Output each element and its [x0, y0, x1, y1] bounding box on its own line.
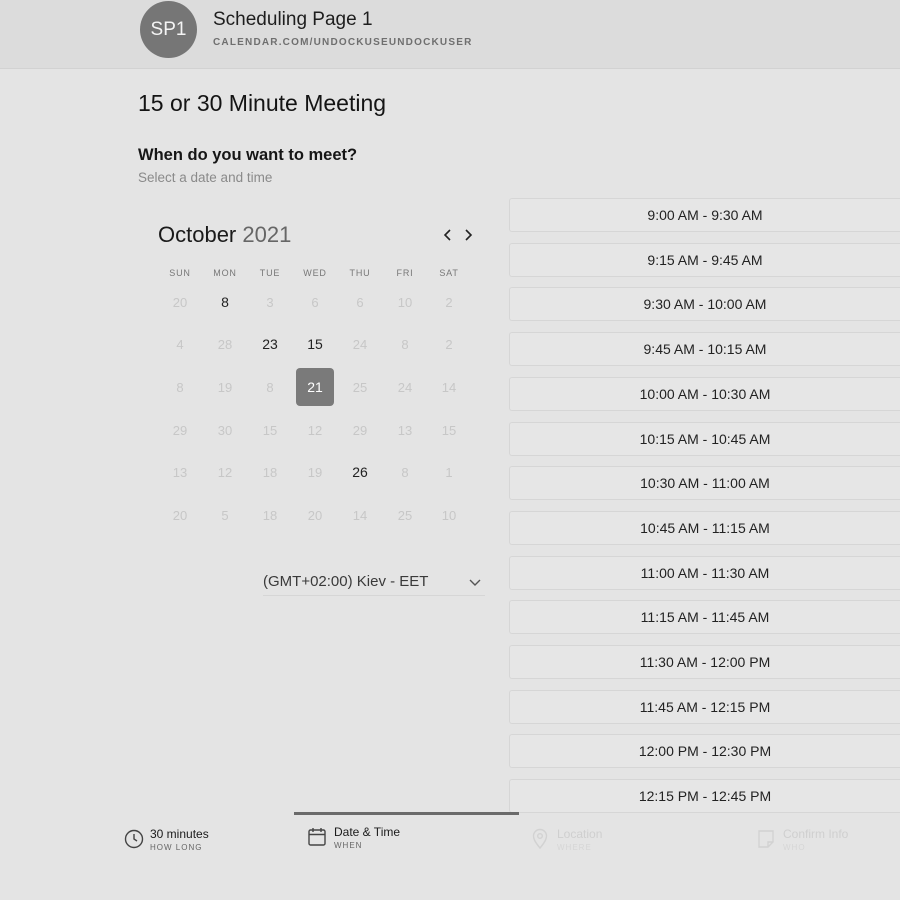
calendar-day-disabled: 18	[262, 507, 278, 523]
weekday-label: TUE	[259, 268, 281, 278]
event-title: 15 or 30 Minute Meeting	[138, 90, 387, 116]
calendar-day-disabled: 12	[307, 422, 323, 438]
step-title: Location	[557, 827, 603, 841]
time-slot-button[interactable]: 11:30 AM - 12:00 PM	[509, 645, 900, 679]
time-slot-button[interactable]: 10:30 AM - 11:00 AM	[509, 466, 900, 501]
calendar-day-disabled: 20	[172, 294, 188, 310]
calendar-day-available[interactable]: 23	[251, 325, 289, 363]
step-subtitle: HOW LONG	[150, 843, 203, 852]
calendar-day-disabled: 2	[445, 294, 453, 310]
next-month-button[interactable]	[458, 224, 478, 246]
calendar-day-disabled: 6	[311, 294, 319, 310]
month-name: October	[158, 222, 237, 247]
calendar-day-disabled: 8	[176, 379, 184, 395]
time-slot-button[interactable]: 10:00 AM - 10:30 AM	[509, 376, 900, 411]
time-slot-button[interactable]: 12:15 PM - 12:45 PM	[509, 779, 900, 814]
calendar-day-disabled: 3	[266, 294, 274, 310]
avatar: SP1	[140, 1, 197, 58]
calendar-day-disabled: 5	[221, 507, 229, 523]
calendar-day-disabled: 8	[266, 379, 274, 395]
calendar-day-disabled: 1	[445, 464, 453, 480]
calendar-day-disabled: 30	[217, 422, 233, 438]
note-icon	[758, 830, 774, 848]
page-name: Scheduling Page 1	[213, 9, 373, 30]
time-slot-button[interactable]: 10:15 AM - 10:45 AM	[509, 421, 900, 456]
weekday-label: SUN	[169, 268, 191, 278]
time-slot-button[interactable]: 9:45 AM - 10:15 AM	[509, 332, 900, 367]
calendar-day-disabled: 19	[217, 379, 233, 395]
calendar-day-disabled: 15	[441, 422, 457, 438]
calendar-day-disabled: 10	[441, 507, 457, 523]
calendar-icon	[308, 828, 326, 846]
calendar-day-disabled: 13	[397, 422, 413, 438]
calendar-day-disabled: 2	[445, 336, 453, 352]
prev-month-button[interactable]	[438, 224, 458, 246]
step-title: 30 minutes	[150, 827, 209, 841]
when-subtitle: Select a date and time	[138, 170, 273, 185]
time-slot-button[interactable]: 12:00 PM - 12:30 PM	[509, 734, 900, 769]
calendar-day-disabled: 20	[172, 507, 188, 523]
calendar-day-disabled: 14	[352, 507, 368, 523]
timezone-select[interactable]: (GMT+02:00) Kiev - EET	[263, 573, 485, 596]
page-url[interactable]: CALENDAR.COM/UNDOCKUSEUNDOCKUSER	[213, 37, 473, 48]
calendar-day-disabled: 10	[397, 294, 413, 310]
step-subtitle: WHO	[783, 843, 806, 852]
calendar-day-disabled: 24	[352, 336, 368, 352]
chevron-left-icon	[443, 229, 451, 241]
step-subtitle: WHERE	[557, 843, 592, 852]
weekday-label: THU	[349, 268, 371, 278]
calendar-day-disabled: 29	[352, 422, 368, 438]
calendar-day-disabled: 13	[172, 464, 188, 480]
booking-steps: 30 minutes HOW LONG Date & Time WHEN Loc…	[0, 812, 900, 900]
calendar-day-disabled: 24	[397, 379, 413, 395]
weekday-label: SAT	[439, 268, 459, 278]
time-slot-button[interactable]: 9:30 AM - 10:00 AM	[509, 287, 900, 322]
active-step-indicator	[294, 812, 519, 815]
time-slot-button[interactable]: 10:45 AM - 11:15 AM	[509, 510, 900, 545]
calendar-day-disabled: 18	[262, 464, 278, 480]
step-subtitle: WHEN	[334, 841, 363, 850]
time-slot-button[interactable]: 11:00 AM - 11:30 AM	[509, 555, 900, 590]
when-question: When do you want to meet?	[138, 146, 358, 164]
calendar-day-selected[interactable]: 21	[296, 368, 334, 406]
time-slot-button[interactable]: 9:00 AM - 9:30 AM	[509, 198, 900, 232]
weekday-label: FRI	[396, 268, 414, 278]
calendar-day-available[interactable]: 15	[296, 325, 334, 363]
calendar-day-disabled: 8	[401, 336, 409, 352]
time-slot-button[interactable]: 11:45 AM - 12:15 PM	[509, 689, 900, 724]
calendar-day-disabled: 4	[176, 336, 184, 352]
year: 2021	[242, 222, 292, 247]
calendar-day-disabled: 15	[262, 422, 278, 438]
calendar-day-disabled: 19	[307, 464, 323, 480]
timezone-label: (GMT+02:00) Kiev - EET	[263, 573, 429, 590]
chevron-down-icon	[469, 579, 481, 586]
clock-icon	[124, 829, 144, 849]
calendar-day-disabled: 20	[307, 507, 323, 523]
calendar-day-disabled: 25	[352, 379, 368, 395]
location-pin-icon	[532, 828, 548, 850]
time-slot-button[interactable]: 9:15 AM - 9:45 AM	[509, 242, 900, 277]
chevron-right-icon	[465, 229, 473, 241]
weekday-label: WED	[303, 268, 327, 278]
calendar-day-disabled: 8	[401, 464, 409, 480]
step-title: Date & Time	[334, 825, 401, 839]
calendar-day-disabled: 6	[356, 294, 364, 310]
calendar-day-disabled: 25	[397, 507, 413, 523]
calendar-day-disabled: 14	[441, 379, 457, 395]
calendar-day-disabled: 12	[217, 464, 233, 480]
calendar-day-disabled: 29	[172, 422, 188, 438]
weekday-label: MON	[213, 268, 237, 278]
calendar-day-available[interactable]: 26	[341, 453, 379, 491]
step-title: Confirm Info	[783, 827, 849, 841]
calendar-month-title: October 2021	[158, 222, 291, 248]
calendar-day-available[interactable]: 8	[206, 283, 244, 321]
page-header: SP1 Scheduling Page 1 CALENDAR.COM/UNDOC…	[0, 0, 900, 69]
calendar-day-disabled: 28	[217, 336, 233, 352]
time-slot-button[interactable]: 11:15 AM - 11:45 AM	[509, 600, 900, 635]
